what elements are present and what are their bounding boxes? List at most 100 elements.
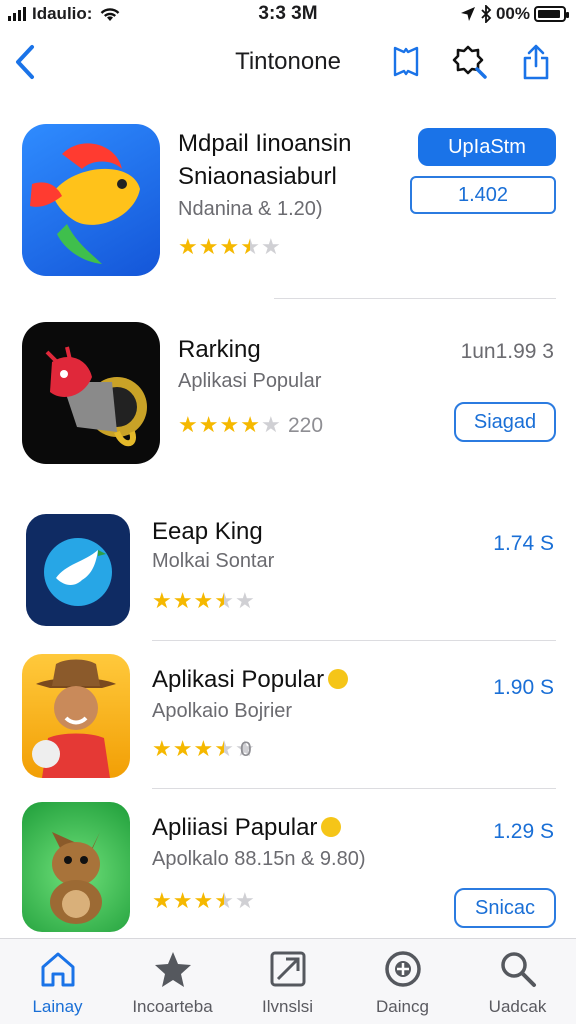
star-icon: ★ (198, 412, 219, 437)
rating-count: 220 (288, 414, 324, 437)
star-icon: ★ (152, 888, 172, 913)
divider (152, 788, 556, 789)
app-subtitle: Aplikasi Popular (178, 370, 322, 392)
rating-stars: ★ ★ ★ ★ ★ (152, 590, 255, 612)
app-name: Aplikasi Popular (152, 666, 349, 694)
star-icon: ★ (240, 234, 260, 259)
app-row-2[interactable]: Rarking Aplikasi Popular ★ ★ ★ ★ ★ 220 1un1.… (0, 318, 576, 474)
cannon-icon (45, 346, 147, 447)
divider (274, 298, 556, 299)
tab-label: Daincg (376, 997, 429, 1016)
bluetooth-icon (481, 5, 492, 23)
star-icon: ★ (219, 234, 240, 259)
app-name: Apliiasi Papular (152, 814, 342, 842)
rating-count: 0 (240, 738, 252, 761)
discover-button[interactable] (450, 42, 490, 82)
update-button[interactable]: UpIaStm (418, 128, 556, 166)
rating-stars: ★ ★ ★ ★ ★ (152, 890, 255, 912)
tab-today[interactable]: Lainay (0, 939, 115, 1024)
star-icon: ★ (234, 588, 255, 613)
app-row-1[interactable]: Mdpail Iinoansin Sniaonasiaburl Ndanina … (0, 118, 576, 298)
star-icon: ★ (214, 888, 234, 913)
badge-icon (321, 816, 342, 837)
status-right: 00% (460, 4, 569, 24)
tab-icon-wrap (115, 949, 230, 989)
price-button[interactable]: 1.402 (410, 176, 556, 214)
tab-bar: Lainay Incoarteba Ilvnslsi Daincg Uadcak (0, 938, 576, 1024)
app-row-4[interactable]: Aplikasi Popular Apolkaio Bojrier ★ ★ ★ ★ ★ … (0, 652, 576, 784)
tab-icon-wrap (0, 949, 115, 989)
fish-icon (30, 143, 140, 264)
app-name-text: Aplikasi Popular (152, 666, 325, 693)
star-icon: ★ (193, 736, 214, 761)
tab-label: Incoarteba (132, 997, 213, 1016)
star-icon: ★ (152, 736, 172, 761)
creature-icon (50, 832, 102, 924)
search-badge-icon (452, 45, 487, 79)
bird-icon (44, 538, 112, 606)
star-icon: ★ (172, 736, 193, 761)
star-icon: ★ (260, 234, 281, 259)
app-icon-fish[interactable] (22, 124, 160, 276)
bookmark-button[interactable] (386, 42, 426, 82)
tab-games[interactable]: Incoarteba (115, 939, 230, 1024)
bookmark-icon (393, 46, 419, 77)
battery-percent: 00% (495, 4, 530, 23)
app-icon-creature[interactable] (22, 802, 130, 932)
star-icon: ★ (193, 588, 214, 613)
star-icon: ★ (152, 588, 172, 613)
star-icon: ★ (198, 234, 219, 259)
star-icon: ★ (260, 412, 281, 437)
location-arrow-icon (460, 7, 475, 21)
star-icon: ★ (240, 412, 260, 437)
status-bar: Idaulio: 3:3 3M 00% (0, 0, 576, 28)
navigation-bar: Tintonone (0, 36, 576, 88)
divider (152, 640, 556, 641)
app-row-3[interactable]: Eeap King Molkai Sontar ★ ★ ★ ★ ★ 1.74 S (0, 508, 576, 634)
rating-stars: ★ ★ ★ ★ ★ (178, 236, 281, 258)
games-icon (384, 951, 421, 987)
tab-label: Lainay (32, 997, 83, 1016)
star-icon: ★ (193, 888, 214, 913)
app-name-text: Apliiasi Papular (152, 814, 318, 841)
tab-arcade[interactable]: Daincg (345, 939, 460, 1024)
tab-search[interactable]: Uadcak (460, 939, 575, 1024)
app-icon-bird[interactable] (26, 514, 130, 626)
app-subtitle: Ndanina & 1.20) (178, 198, 323, 220)
app-name-line2: Sniaonasiaburl (178, 163, 337, 190)
app-row-5[interactable]: Apliiasi Papular Apolkalo 88.15n & 9.80)… (0, 800, 576, 934)
star-icon: ★ (214, 736, 234, 761)
app-name: Rarking (178, 336, 261, 363)
tab-apps[interactable]: Ilvnslsi (230, 939, 345, 1024)
share-button[interactable] (516, 42, 556, 82)
tab-label: Uadcak (488, 997, 547, 1016)
home-icon (41, 952, 74, 987)
app-price: 1.74 S (493, 532, 554, 555)
app-name: Eeap King (152, 518, 263, 545)
app-price: 1.29 S (493, 820, 554, 843)
app-price: 1un1.99 3 (460, 340, 554, 363)
badge-icon (328, 668, 349, 689)
share-icon (523, 44, 549, 80)
app-price: 1.90 S (493, 676, 554, 699)
star-icon: ★ (234, 888, 255, 913)
star-icon: ★ (219, 412, 240, 437)
search-icon (500, 952, 536, 987)
app-icon-cannon[interactable] (22, 322, 160, 464)
rating-stars: ★ ★ ★ ★ ★ (178, 414, 281, 436)
star-icon: ★ (178, 412, 198, 437)
battery-icon (534, 6, 569, 22)
app-subtitle: Molkai Sontar (152, 550, 275, 572)
get-button[interactable]: Snicac (454, 888, 556, 928)
tab-icon-wrap (460, 949, 575, 989)
star-icon (154, 952, 191, 987)
tab-icon-wrap (230, 949, 345, 989)
star-icon: ★ (172, 888, 193, 913)
tab-label: Ilvnslsi (261, 997, 313, 1016)
tab-icon-wrap (345, 949, 460, 989)
get-button[interactable]: Siagad (454, 402, 556, 442)
app-subtitle: Apolkaio Bojrier (152, 700, 293, 722)
app-icon-cowboy[interactable] (22, 654, 130, 778)
star-icon: ★ (214, 588, 234, 613)
app-subtitle: Apolkalo 88.15n & 9.80) (152, 848, 366, 870)
